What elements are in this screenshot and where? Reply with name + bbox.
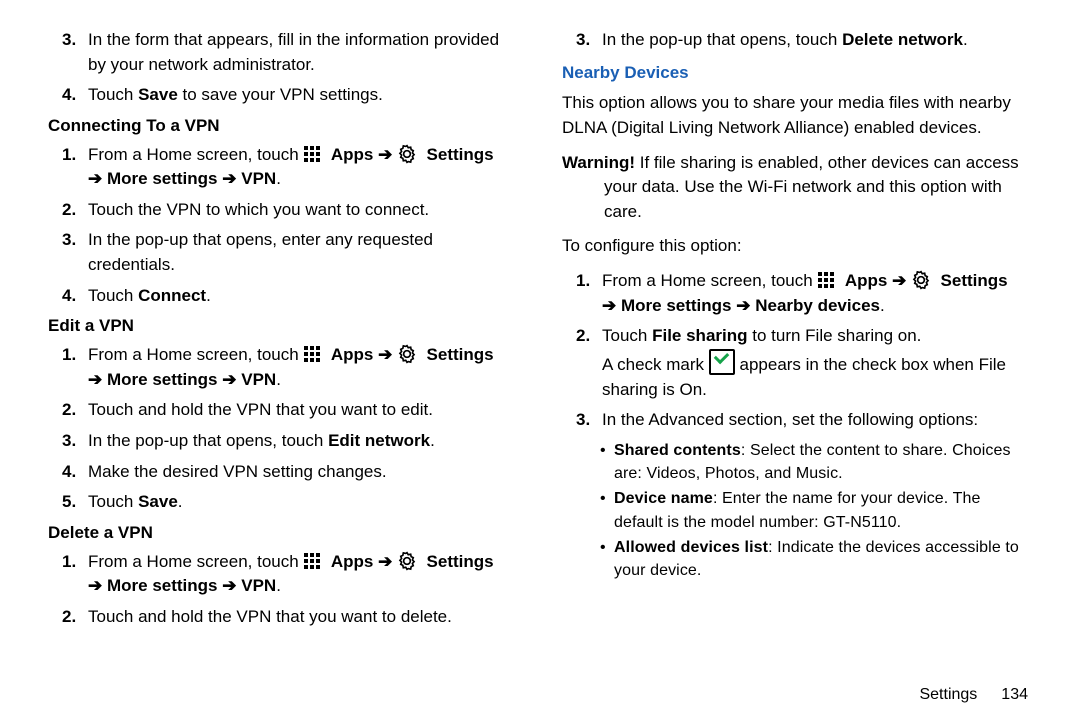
footer-section-label: Settings: [919, 686, 977, 703]
gear-icon: [397, 144, 417, 164]
bullet-icon: •: [600, 487, 606, 510]
section-nearby-devices: Nearby Devices: [562, 61, 1032, 86]
warning-block: Warning! If file sharing is enabled, oth…: [604, 151, 1032, 225]
list-item: 4.Touch Connect.: [88, 284, 518, 309]
subheading-delete: Delete a VPN: [48, 521, 518, 546]
item-number: 1.: [62, 143, 76, 168]
item-text: Touch: [88, 85, 138, 104]
list-item: 1. From a Home screen, touch Apps ➔ Sett…: [88, 143, 518, 192]
list-item: 2. Touch File sharing to turn File shari…: [602, 324, 1032, 402]
apps-icon: [303, 345, 321, 363]
list-item: 1. From a Home screen, touch Apps ➔ Sett…: [88, 343, 518, 392]
gear-icon: [397, 344, 417, 364]
gear-icon: [911, 270, 931, 290]
subheading-edit: Edit a VPN: [48, 314, 518, 339]
paragraph: This option allows you to share your med…: [562, 91, 1032, 140]
list-item: 2.Touch and hold the VPN that you want t…: [88, 605, 518, 630]
arrow-icon: ➔: [222, 576, 236, 595]
arrow-icon: ➔: [222, 370, 236, 389]
settings-label: Settings: [427, 145, 494, 164]
bullet-item: •Allowed devices list: Indicate the devi…: [614, 536, 1032, 582]
list-item: 4. Touch Save to save your VPN settings.: [88, 83, 518, 108]
list-item: 4.Make the desired VPN setting changes.: [88, 460, 518, 485]
arrow-icon: ➔: [736, 296, 750, 315]
list-item: 1. From a Home screen, touch Apps ➔ Sett…: [88, 550, 518, 599]
arrow-icon: ➔: [88, 169, 102, 188]
list-item: 3.In the pop-up that opens, touch Edit n…: [88, 429, 518, 454]
apps-label: Apps: [331, 145, 374, 164]
list-item: 3.In the pop-up that opens, enter any re…: [88, 228, 518, 277]
manual-page: 3. In the form that appears, fill in the…: [0, 0, 1080, 720]
checkmark-icon: [709, 349, 735, 375]
arrow-icon: ➔: [378, 552, 392, 571]
list-item: 3.In the pop-up that opens, touch Delete…: [602, 28, 1032, 53]
list-item: 1. From a Home screen, touch Apps ➔ Sett…: [602, 269, 1032, 318]
bullet-item: •Device name: Enter the name for your de…: [614, 487, 1032, 533]
list-item: 5.Touch Save.: [88, 490, 518, 515]
list-item: 2.Touch and hold the VPN that you want t…: [88, 398, 518, 423]
apps-icon: [817, 271, 835, 289]
apps-icon: [303, 552, 321, 570]
subheading-connecting: Connecting To a VPN: [48, 114, 518, 139]
bullet-icon: •: [600, 536, 606, 559]
bullet-icon: •: [600, 439, 606, 462]
item-number: 4.: [62, 83, 76, 108]
list-item: 2.Touch the VPN to which you want to con…: [88, 198, 518, 223]
gear-icon: [397, 551, 417, 571]
footer-page-number: 134: [1001, 686, 1028, 703]
list-item: 3. In the form that appears, fill in the…: [88, 28, 518, 77]
apps-icon: [303, 145, 321, 163]
arrow-icon: ➔: [892, 271, 906, 290]
arrow-icon: ➔: [222, 169, 236, 188]
paragraph: To configure this option:: [562, 234, 1032, 259]
bullet-item: •Shared contents: Select the content to …: [614, 439, 1032, 485]
list-item: 3.In the Advanced section, set the follo…: [602, 408, 1032, 433]
arrow-icon: ➔: [378, 145, 392, 164]
arrow-icon: ➔: [602, 296, 616, 315]
arrow-icon: ➔: [88, 576, 102, 595]
left-column: 3. In the form that appears, fill in the…: [48, 28, 518, 704]
page-footer: Settings 134: [919, 683, 1028, 706]
arrow-icon: ➔: [88, 370, 102, 389]
arrow-icon: ➔: [378, 345, 392, 364]
item-text: In the form that appears, fill in the in…: [88, 30, 499, 74]
warning-label: Warning!: [562, 153, 635, 172]
item-number: 3.: [62, 28, 76, 53]
bold-text: Save: [138, 85, 178, 104]
right-column: 3.In the pop-up that opens, touch Delete…: [562, 28, 1032, 704]
